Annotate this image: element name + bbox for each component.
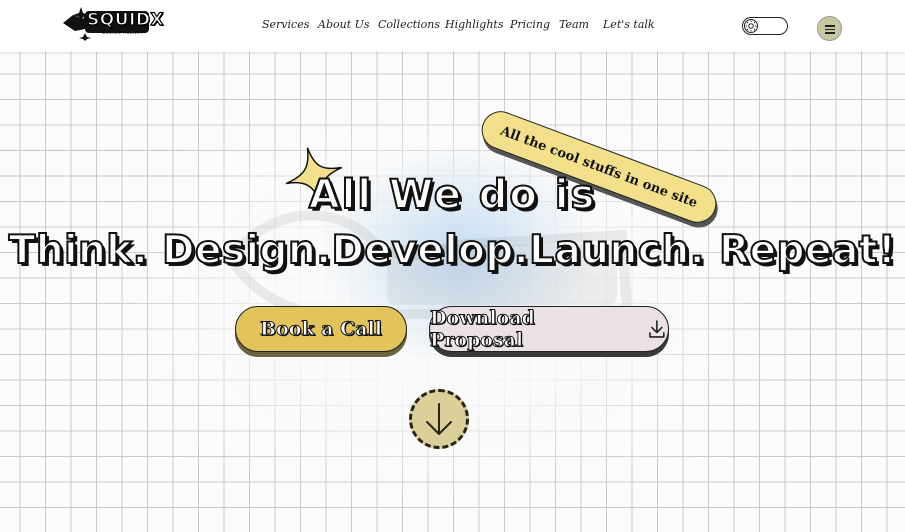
menu-button[interactable]	[817, 16, 842, 41]
scroll-down-button[interactable]	[409, 389, 469, 449]
nav-item-highlights[interactable]: Highlights	[445, 18, 503, 31]
nav-item-lets-talk[interactable]: Let's talk	[603, 18, 655, 31]
download-proposal-label: Download Proposal	[430, 307, 536, 352]
nav-item-services[interactable]: Services	[262, 18, 309, 31]
brand-name: SQUIDX	[86, 9, 165, 30]
hamburger-icon-bar	[825, 28, 835, 30]
hero-heading-line2: Think. Design.Develop.Launch. Repeat!	[8, 227, 897, 274]
sun-icon	[744, 19, 758, 33]
nav-item-about-us[interactable]: About Us	[318, 18, 370, 31]
theme-toggle[interactable]	[742, 17, 788, 35]
brand-tagline: DESIGN AGENCY	[102, 30, 144, 35]
book-call-button[interactable]: Book a Call	[235, 306, 407, 352]
nav-item-pricing[interactable]: Pricing	[510, 18, 550, 31]
hamburger-icon	[825, 25, 835, 27]
nav-item-team[interactable]: Team	[559, 18, 589, 31]
hamburger-icon-bar	[825, 32, 835, 34]
download-icon	[649, 320, 665, 338]
download-proposal-button[interactable]: Download Proposal	[429, 306, 669, 352]
arrow-down-icon	[426, 403, 452, 435]
book-call-label: Book a Call	[260, 318, 383, 341]
hero-heading-line1: All We do is	[308, 171, 597, 219]
top-header: SQUIDX DESIGN AGENCY Services About Us C…	[0, 0, 905, 52]
nav-item-collections[interactable]: Collections	[378, 18, 440, 31]
